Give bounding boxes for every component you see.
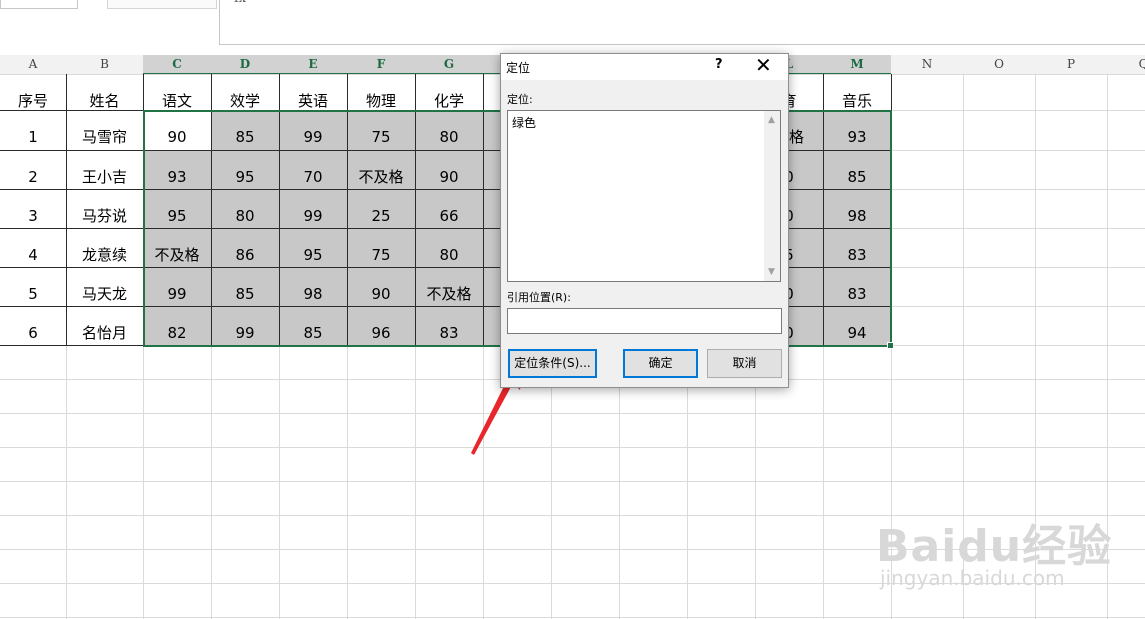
table-cell[interactable]: 4 [0, 240, 66, 270]
grid-hline [0, 617, 1145, 618]
column-header-m[interactable]: M [823, 55, 891, 75]
watermark-logo: Baidu经验 [876, 521, 1113, 572]
special-button[interactable]: 定位条件(S)... [508, 349, 597, 378]
goto-listbox[interactable]: 绿色 ▲ ▼ [507, 110, 781, 282]
column-header-c[interactable]: C [143, 55, 211, 75]
column-header-b[interactable]: B [66, 55, 143, 74]
formula-buttons[interactable] [107, 0, 217, 9]
help-button[interactable]: ? [715, 57, 723, 72]
table-cell[interactable]: 3 [0, 201, 66, 231]
table-cell[interactable]: 5 [0, 279, 66, 309]
table-cell[interactable]: 王小吉 [66, 162, 143, 192]
table-cell[interactable]: 马天龙 [66, 279, 143, 309]
column-header-d[interactable]: D [211, 55, 279, 75]
goto-dialog: 定位 ? ✕ 定位: 绿色 ▲ ▼ 引用位置(R): 定位条件(S)... 确定… [500, 53, 789, 388]
header-cell[interactable]: 序号 [0, 86, 66, 116]
goto-label: 定位: [507, 93, 533, 106]
close-button[interactable]: ✕ [755, 53, 772, 77]
watermark-url: jingyan.baidu.com [880, 566, 1065, 590]
column-header-p[interactable]: P [1035, 55, 1107, 74]
fx-icon[interactable]: fx [234, 0, 246, 6]
scroll-up-icon[interactable]: ▲ [768, 115, 775, 125]
column-header-a[interactable]: A [0, 55, 66, 74]
listbox-scrollbar[interactable]: ▲ ▼ [764, 111, 780, 281]
column-header-e[interactable]: E [279, 55, 347, 75]
scroll-down-icon[interactable]: ▼ [768, 267, 775, 277]
table-cell[interactable]: 6 [0, 318, 66, 348]
table-cell[interactable]: 1 [0, 122, 66, 152]
ok-button[interactable]: 确定 [623, 349, 698, 378]
name-box[interactable] [0, 0, 78, 9]
reference-input[interactable] [507, 308, 782, 334]
grid-hline [0, 481, 1145, 482]
reference-label: 引用位置(R): [507, 291, 571, 304]
column-header-f[interactable]: F [347, 55, 415, 75]
grid-hline [0, 413, 1145, 414]
column-header-q[interactable]: Q [1107, 55, 1145, 74]
fill-handle[interactable] [887, 342, 894, 349]
table-cell[interactable]: 2 [0, 162, 66, 192]
dialog-titlebar [501, 54, 788, 80]
column-header-g[interactable]: G [415, 55, 483, 75]
cancel-button[interactable]: 取消 [707, 349, 782, 378]
table-cell[interactable]: 马雪帘 [66, 122, 143, 152]
table-cell[interactable]: 名怡月 [66, 318, 143, 348]
column-header-n[interactable]: N [891, 55, 963, 74]
column-header-o[interactable]: O [963, 55, 1035, 74]
table-cell[interactable]: 龙意续 [66, 240, 143, 270]
formula-bar[interactable] [219, 0, 1145, 45]
grid-hline [0, 447, 1145, 448]
table-cell[interactable]: 马芬说 [66, 201, 143, 231]
header-cell[interactable]: 姓名 [66, 86, 143, 116]
dialog-title: 定位 [506, 61, 531, 75]
list-item[interactable]: 绿色 [512, 114, 536, 131]
